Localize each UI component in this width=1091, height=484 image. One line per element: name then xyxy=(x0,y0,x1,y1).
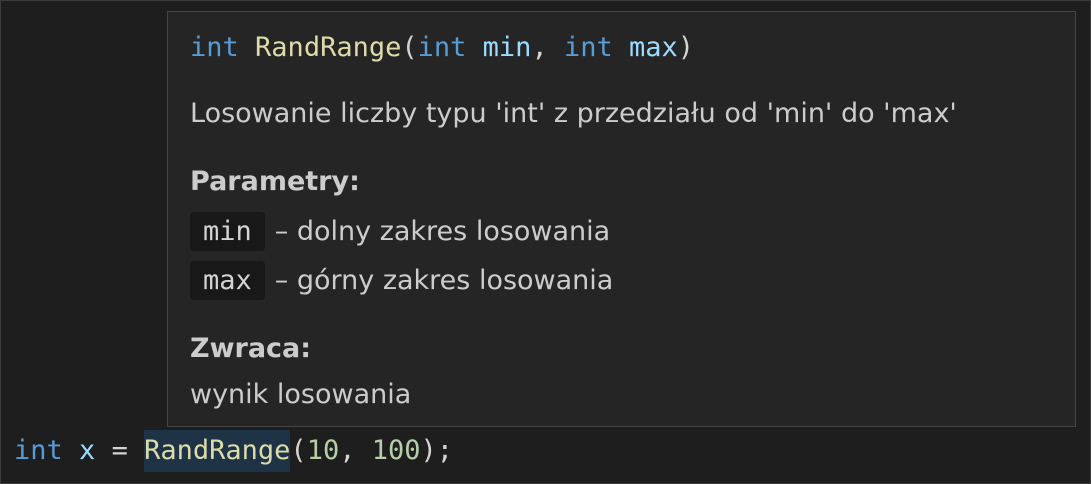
returns-text: wynik losowania xyxy=(190,379,412,410)
open-paren: ( xyxy=(401,32,418,63)
return-type: int xyxy=(190,32,239,63)
code-arg2: 100 xyxy=(371,435,421,466)
param-desc-min: – dolny zakres losowania xyxy=(274,216,611,247)
param1-type: int xyxy=(417,32,467,63)
code-variable: x xyxy=(79,435,96,466)
parameters-header: Parametry: xyxy=(190,166,360,197)
function-signature: int RandRange(int min, int max) xyxy=(190,27,694,69)
code-arg1: 10 xyxy=(306,435,340,466)
function-description: Losowanie liczby typu 'int' z przedziału… xyxy=(190,98,957,129)
param1-name: min xyxy=(482,32,532,63)
editor-area[interactable]: int RandRange(int min, int max) Losowani… xyxy=(0,0,1091,484)
param-desc-max: – górny zakres losowania xyxy=(274,265,614,296)
param2-type: int xyxy=(563,32,613,63)
comma: , xyxy=(531,32,564,63)
code-type: int xyxy=(14,435,63,466)
code-line[interactable]: int x = RandRange(10, 100); xyxy=(14,430,453,472)
code-open-paren: ( xyxy=(290,435,307,466)
param-chip-max: max xyxy=(190,261,265,300)
hover-tooltip: int RandRange(int min, int max) Losowani… xyxy=(167,11,1076,427)
param-row-min: min – dolny zakres losowania xyxy=(190,212,610,251)
code-comma: , xyxy=(339,435,372,466)
param-row-max: max – górny zakres losowania xyxy=(190,261,613,300)
code-equals: = xyxy=(111,435,128,466)
function-name: RandRange xyxy=(255,32,402,63)
returns-header: Zwraca: xyxy=(190,333,312,364)
close-paren: ) xyxy=(677,32,695,63)
param-chip-min: min xyxy=(190,212,265,251)
code-function-call[interactable]: RandRange xyxy=(144,430,291,472)
code-close: ); xyxy=(420,435,454,466)
param2-name: max xyxy=(629,32,678,63)
